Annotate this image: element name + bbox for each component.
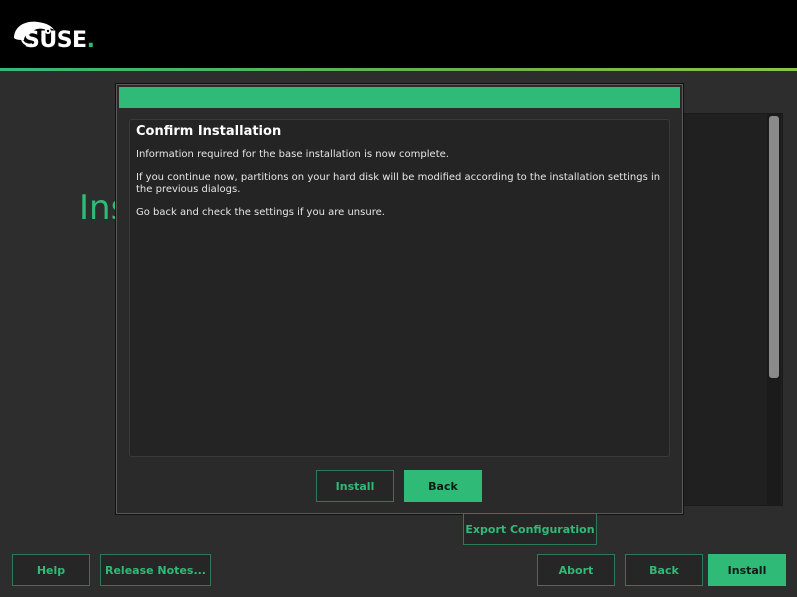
suse-logo-text: SUSE. [24,28,95,53]
dialog-install-label: Install [335,479,375,493]
dialog-content-area: Confirm Installation Information require… [129,119,670,457]
banner-accent-line [0,68,797,71]
dialog-paragraph: Go back and check the settings if you ar… [136,207,385,218]
export-configuration-button[interactable]: Export Configuration [463,513,597,545]
release-notes-button[interactable]: Release Notes... [100,554,211,586]
back-label: Back [649,563,679,577]
release-notes-label: Release Notes... [105,563,206,577]
help-button[interactable]: Help [12,554,90,586]
top-banner: SUSE. [0,0,797,69]
export-configuration-label: Export Configuration [465,522,595,536]
dialog-paragraph: If you continue now, partitions on your … [136,172,661,195]
abort-label: Abort [558,563,594,577]
dialog-install-button[interactable]: Install [316,470,394,502]
dialog-paragraph: Information required for the base instal… [136,149,449,160]
confirm-installation-dialog: Confirm Installation Information require… [116,84,683,514]
background-page-title: Ins [79,188,119,228]
dialog-heading: Confirm Installation [136,124,282,139]
dialog-back-button[interactable]: Back [404,470,482,502]
abort-button[interactable]: Abort [537,554,615,586]
background-scrollbar-thumb[interactable] [769,116,779,378]
back-button[interactable]: Back [625,554,703,586]
dialog-back-label: Back [428,479,458,493]
install-label: Install [727,563,767,577]
dialog-header-bar [119,87,680,108]
help-label: Help [36,563,66,577]
install-button[interactable]: Install [708,554,786,586]
